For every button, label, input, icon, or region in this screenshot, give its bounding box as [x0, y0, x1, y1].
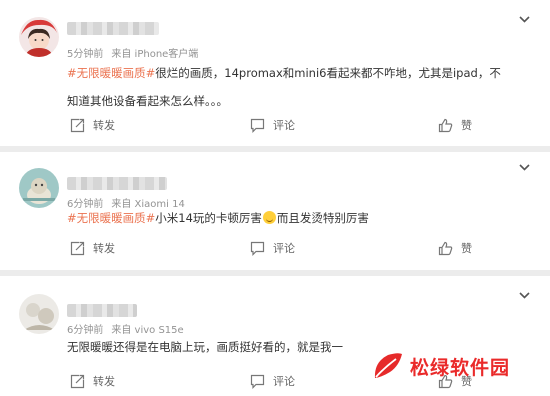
avatar[interactable] — [19, 294, 59, 334]
comment-button[interactable]: 评论 — [250, 373, 295, 389]
forward-label: 转发 — [93, 119, 115, 132]
forward-button[interactable]: 转发 — [70, 373, 115, 389]
post-content: #无限暖暖画质#很烂的画质，14promax和mini6看起来都不咋地，尤其是i… — [67, 59, 507, 115]
comment-label: 评论 — [273, 119, 295, 132]
chevron-down-icon[interactable] — [519, 162, 530, 173]
comment-button[interactable]: 评论 — [250, 117, 295, 133]
watermark-text: 松绿软件园 — [410, 356, 511, 379]
post-text-continued: 而且发烫特别厉害 — [276, 211, 369, 225]
forward-icon — [70, 241, 85, 255]
comment-label: 评论 — [273, 375, 295, 388]
grin-emoji-icon — [262, 211, 276, 224]
username-redacted[interactable] — [67, 304, 137, 317]
leaf-logo-icon — [374, 353, 402, 378]
avatar[interactable] — [19, 168, 59, 208]
comment-icon — [250, 118, 265, 133]
forward-label: 转发 — [93, 242, 115, 255]
watermark-haze — [258, 355, 376, 371]
post-text: 无限暖暖还得是在电脑上玩，画质挺好看的，就是我一 — [67, 340, 343, 354]
forward-label: 转发 — [93, 375, 115, 388]
username-redacted[interactable] — [67, 177, 167, 190]
comment-button[interactable]: 评论 — [250, 240, 295, 256]
post-card: 5分钟前 来自 iPhone客户端 #无限暖暖画质#很烂的画质，14promax和… — [0, 0, 550, 146]
forward-button[interactable]: 转发 — [70, 117, 115, 133]
avatar[interactable] — [19, 17, 59, 57]
chevron-down-icon[interactable] — [519, 290, 530, 301]
forward-icon — [70, 374, 85, 388]
chevron-down-icon[interactable] — [519, 14, 530, 25]
comment-label: 评论 — [273, 242, 295, 255]
comment-icon — [250, 374, 265, 389]
post-content: #无限暖暖画质#小米14玩的卡顿厉害 而且发烫特别厉害 — [67, 204, 507, 232]
like-icon — [438, 241, 453, 255]
watermark: 松绿软件园 — [372, 352, 510, 380]
like-button[interactable]: 赞 — [438, 240, 472, 256]
like-label: 赞 — [461, 242, 472, 255]
forward-icon — [70, 118, 85, 132]
like-button[interactable]: 赞 — [438, 117, 472, 133]
username-redacted[interactable] — [67, 22, 159, 35]
post-meta: 5分钟前 来自 iPhone客户端 — [67, 45, 198, 60]
comment-icon — [250, 241, 265, 256]
topic-link[interactable]: #无限暖暖画质# — [67, 211, 155, 225]
forward-button[interactable]: 转发 — [70, 240, 115, 256]
like-icon — [438, 118, 453, 132]
like-label: 赞 — [461, 119, 472, 132]
post-text: 小米14玩的卡顿厉害 — [155, 211, 262, 225]
topic-link[interactable]: #无限暖暖画质# — [67, 66, 155, 80]
